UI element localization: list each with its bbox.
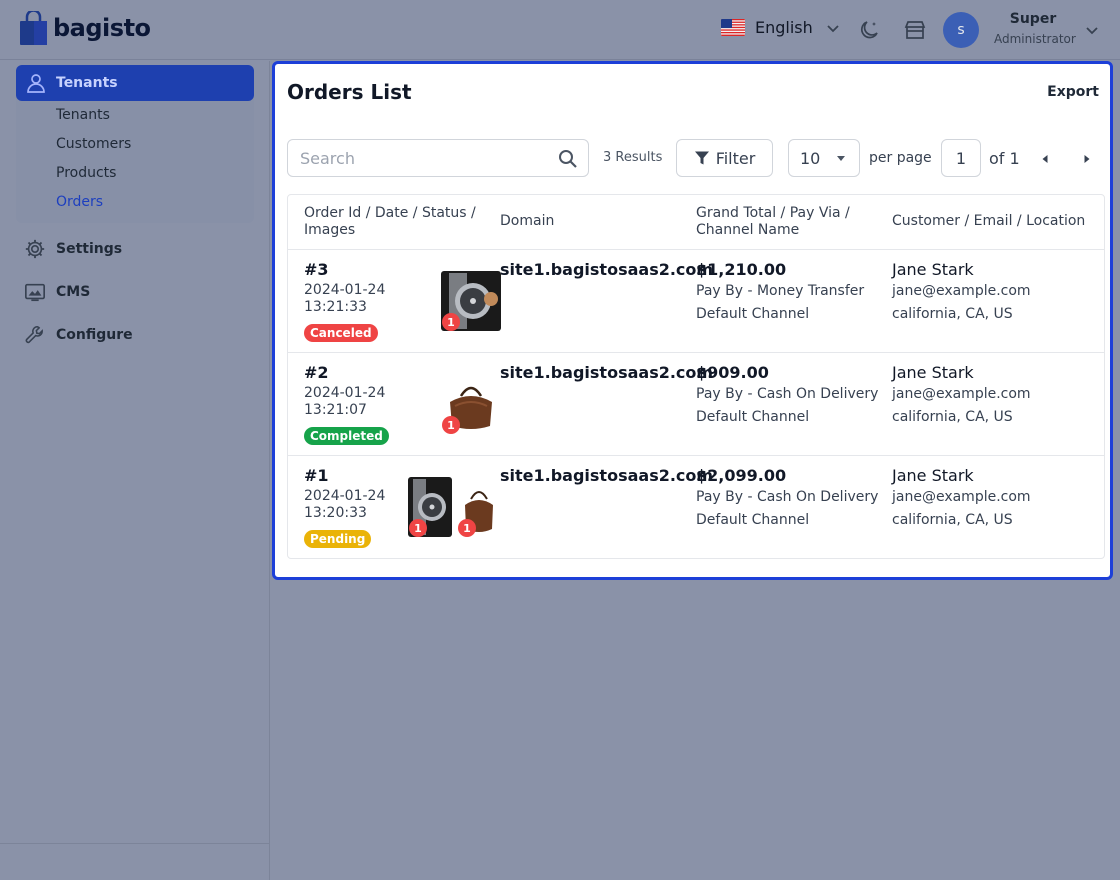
orders-table: Order Id / Date / Status / Images Domain… [287,194,1105,559]
order-date: 2024-01-24 13:21:07 [304,385,386,418]
sidebar-sub-tenants[interactable]: Tenants [56,107,110,123]
sidebar-item-configure[interactable]: Configure [24,324,133,346]
table-row[interactable]: #3 2024-01-24 13:21:33 Canceled 1 site1.… [288,249,1104,352]
filter-icon [694,151,709,165]
sidebar-item-label: Settings [56,241,123,257]
per-page-select[interactable]: 10 [788,139,860,177]
sidebar-item-cms[interactable]: CMS [24,281,90,303]
user-name: Super [1009,11,1057,27]
sidebar-item-label: Configure [56,327,133,343]
per-page-label: per page [869,150,932,166]
chevron-down-icon [827,24,839,32]
results-count: 3 Results [603,150,663,165]
order-date: 2024-01-24 13:20:33 [304,488,386,521]
sidebar-item-label: CMS [56,284,91,300]
customer-email: jane@example.com [892,489,1031,505]
page-title: Orders List [287,80,412,104]
quantity-badge: 1 [458,519,476,537]
quantity-badge: 1 [409,519,427,537]
user-icon [27,74,45,93]
user-avatar[interactable]: s [943,12,979,48]
customer-name: Jane Stark [892,466,974,485]
us-flag-icon [721,19,745,36]
status-badge: Canceled [304,324,378,342]
sidebar-item-label: Tenants [56,75,118,91]
customer-name: Jane Stark [892,363,974,382]
order-domain: site1.bagistosaas2.com [500,466,714,485]
brand-logo[interactable]: bagisto [20,11,151,45]
sidebar-footer [0,843,270,880]
caret-down-icon [837,156,845,161]
payment-method: Pay By - Cash On Delivery [696,489,879,505]
order-domain: site1.bagistosaas2.com [500,363,714,382]
grand-total: $2,099.00 [696,466,787,485]
customer-location: california, CA, US [892,409,1013,425]
search-input[interactable] [287,139,589,177]
channel-name: Default Channel [696,512,810,528]
next-page-icon[interactable] [1081,153,1093,165]
customer-email: jane@example.com [892,386,1031,402]
customer-location: california, CA, US [892,306,1013,322]
storefront-icon[interactable] [903,18,927,42]
cms-icon [25,283,45,302]
export-button[interactable]: Export [1047,84,1099,100]
sidebar: Tenants Tenants Customers Products Order… [0,61,270,880]
column-header-domain[interactable]: Domain [500,213,554,230]
status-badge: Completed [304,427,389,445]
channel-name: Default Channel [696,306,810,322]
column-header-customer[interactable]: Customer / Email / Location [892,213,1085,230]
customer-email: jane@example.com [892,283,1031,299]
brand-name: bagisto [53,14,151,42]
user-role: Administrator [994,32,1076,46]
user-menu-chevron-icon[interactable] [1084,22,1100,38]
grand-total: $909.00 [696,363,769,382]
order-id: #3 [304,260,329,279]
order-date: 2024-01-24 13:21:33 [304,282,386,315]
page-number-input[interactable] [941,139,981,177]
quantity-badge: 1 [442,416,460,434]
orders-card: Orders List Export 3 Results Filter 10 p… [272,61,1113,580]
search-icon[interactable] [558,149,578,169]
channel-name: Default Channel [696,409,810,425]
avatar-initial: s [957,22,965,38]
customer-name: Jane Stark [892,260,974,279]
payment-method: Pay By - Money Transfer [696,283,865,299]
previous-page-icon[interactable] [1039,153,1051,165]
filter-button[interactable]: Filter [676,139,773,177]
sidebar-sub-customers[interactable]: Customers [56,136,131,152]
order-id: #1 [304,466,329,485]
filter-label: Filter [715,148,756,168]
column-header-total[interactable]: Grand Total / Pay Via / Channel Name [696,205,894,239]
column-header-order[interactable]: Order Id / Date / Status / Images [304,205,484,239]
sidebar-sub-products[interactable]: Products [56,165,116,181]
per-page-value: 10 [800,148,821,168]
language-label: English [755,18,813,37]
sidebar-item-settings[interactable]: Settings [24,238,122,260]
order-id: #2 [304,363,329,382]
table-row[interactable]: #2 2024-01-24 13:21:07 Completed 1 site1… [288,352,1104,455]
grand-total: $1,210.00 [696,260,787,279]
customer-location: california, CA, US [892,512,1013,528]
status-badge: Pending [304,530,372,548]
order-domain: site1.bagistosaas2.com [500,260,714,279]
top-header: bagisto English s Super Administrator [0,0,1120,60]
gear-icon [25,239,45,259]
sidebar-item-tenants[interactable]: Tenants [16,65,254,101]
sidebar-sub-orders[interactable]: Orders [56,194,103,210]
dark-mode-icon[interactable] [858,18,882,42]
total-pages-label: of 1 [989,149,1020,168]
quantity-badge: 1 [442,313,460,331]
bag-logo-icon [20,11,47,45]
payment-method: Pay By - Cash On Delivery [696,386,879,402]
table-row[interactable]: #1 2024-01-24 13:20:33 Pending 1 1 site1… [288,455,1104,558]
language-selector[interactable]: English [721,18,841,37]
wrench-icon [25,325,43,344]
